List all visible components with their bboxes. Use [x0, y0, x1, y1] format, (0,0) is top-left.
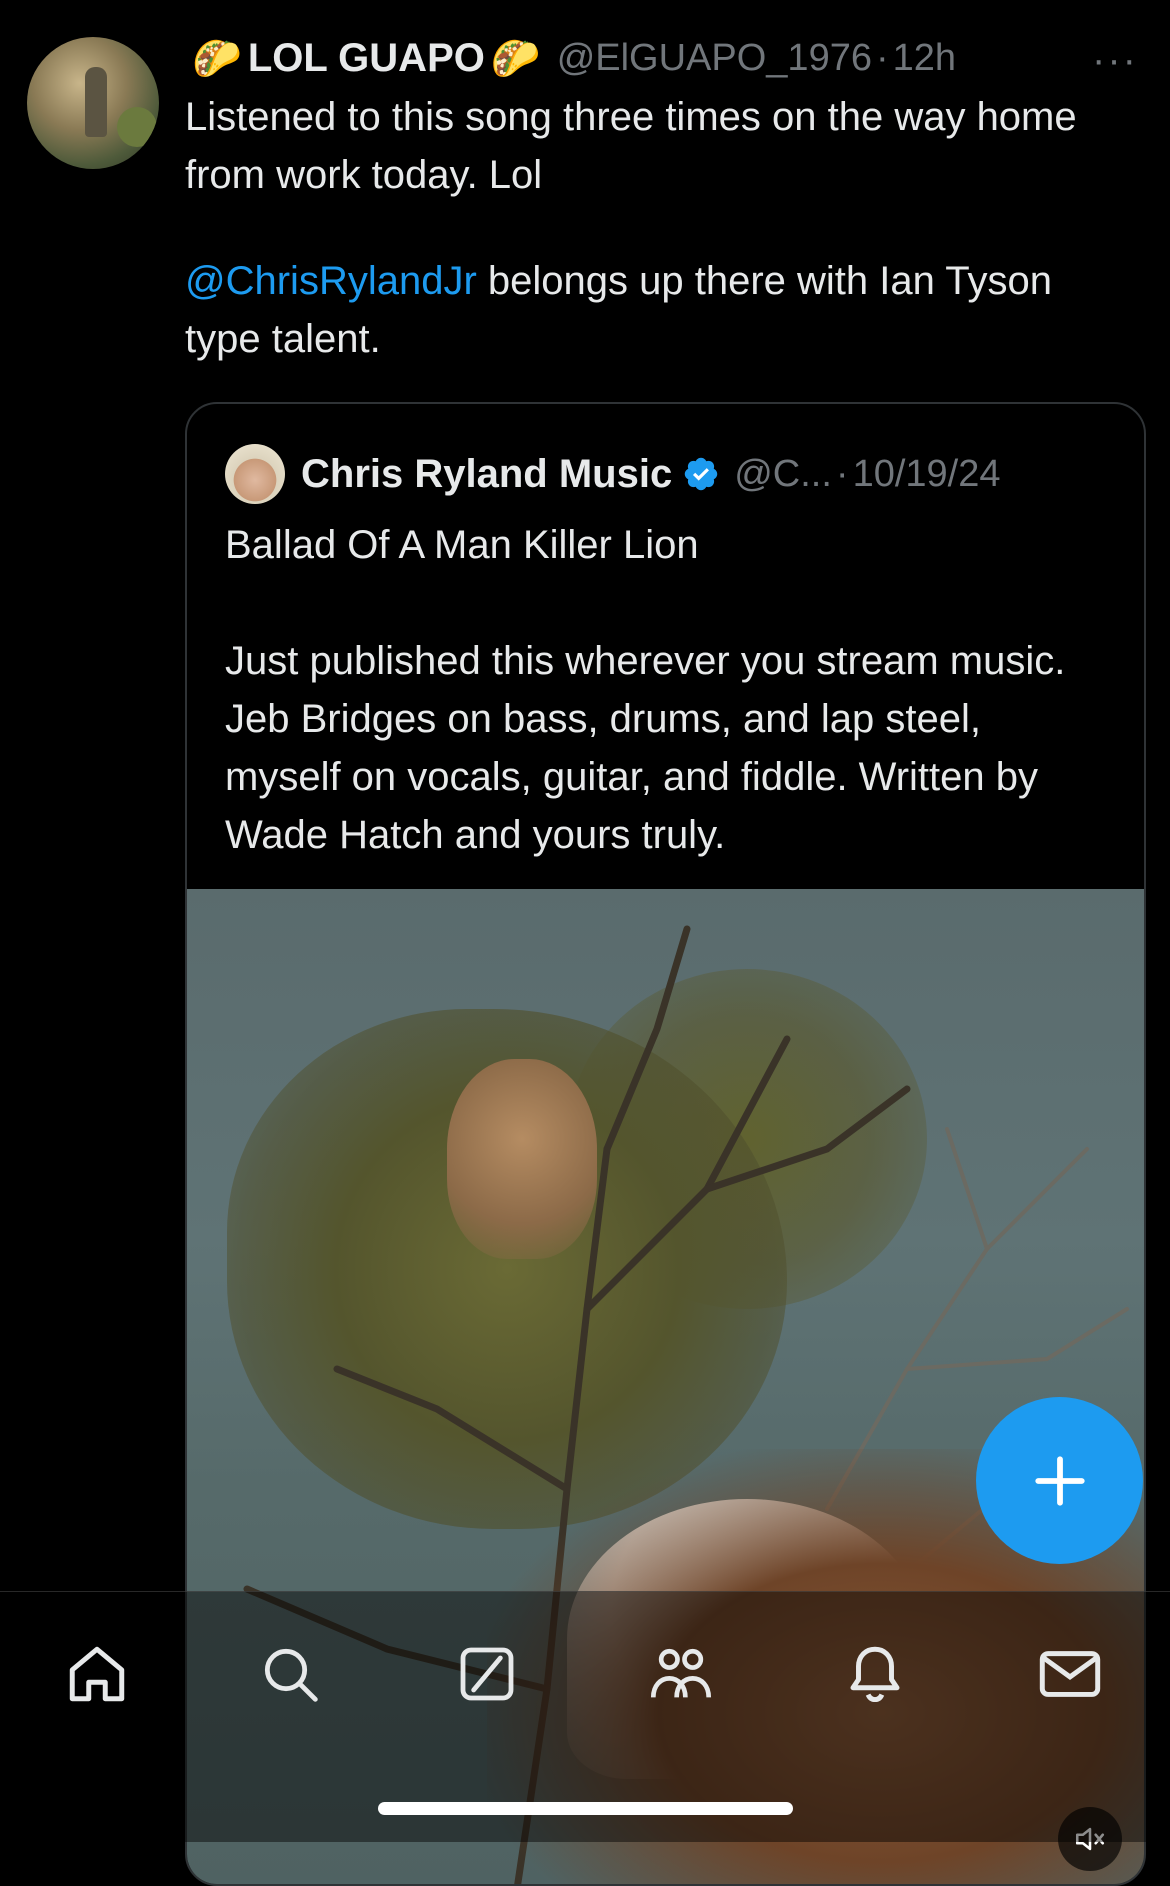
quoted-tweet-title: Ballad Of A Man Killer Lion — [225, 523, 699, 567]
author-handle[interactable]: @ElGUAPO_1976 — [557, 37, 872, 80]
tab-communities[interactable] — [641, 1634, 721, 1714]
meta-separator: · — [835, 452, 849, 495]
quoted-tweet-text: Just published this wherever you stream … — [225, 639, 1066, 857]
author-name[interactable]: 🌮 LOL GUAPO 🌮 — [186, 35, 547, 82]
messages-icon — [1039, 1651, 1101, 1697]
meta-separator: · — [875, 36, 889, 79]
communities-icon — [650, 1648, 712, 1698]
home-icon — [69, 1646, 125, 1702]
compose-button[interactable] — [976, 1397, 1143, 1564]
quoted-tweet-body: Ballad Of A Man Killer Lion Just publish… — [225, 516, 1105, 864]
more-options-icon[interactable]: ··· — [1092, 38, 1138, 83]
quoted-tweet-header: Chris Ryland Music @C... · 10/19/24 — [225, 444, 1000, 504]
mention-link[interactable]: @ChrisRylandJr — [185, 259, 477, 303]
tab-notifications[interactable] — [835, 1634, 915, 1714]
quoted-tweet-date: 10/19/24 — [852, 452, 1001, 495]
taco-emoji-icon: 🌮 — [192, 36, 242, 81]
taco-emoji-icon: 🌮 — [490, 36, 541, 81]
tweet-text-line1: Listened to this song three times on the… — [185, 95, 1077, 197]
search-icon — [264, 1648, 318, 1702]
author-avatar[interactable] — [27, 37, 159, 169]
tab-grok[interactable] — [447, 1634, 527, 1714]
quoted-author-name: Chris Ryland Music — [301, 451, 673, 496]
home-indicator[interactable] — [378, 1802, 793, 1815]
tab-home[interactable] — [57, 1634, 137, 1714]
quoted-author-handle: @C... — [734, 452, 832, 495]
tab-messages[interactable] — [1030, 1634, 1110, 1714]
verified-badge-icon — [684, 457, 718, 491]
grok-icon — [460, 1647, 514, 1701]
tweet-body: Listened to this song three times on the… — [185, 88, 1105, 368]
tab-search[interactable] — [250, 1634, 330, 1714]
tweet-time[interactable]: 12h — [893, 37, 956, 80]
quoted-author-avatar — [225, 444, 285, 504]
tweet-header: 🌮 LOL GUAPO 🌮 @ElGUAPO_1976 · 12h — [186, 30, 956, 86]
notifications-icon — [850, 1646, 900, 1703]
author-display-name: LOL GUAPO — [247, 35, 485, 80]
plus-icon — [1034, 1455, 1085, 1506]
